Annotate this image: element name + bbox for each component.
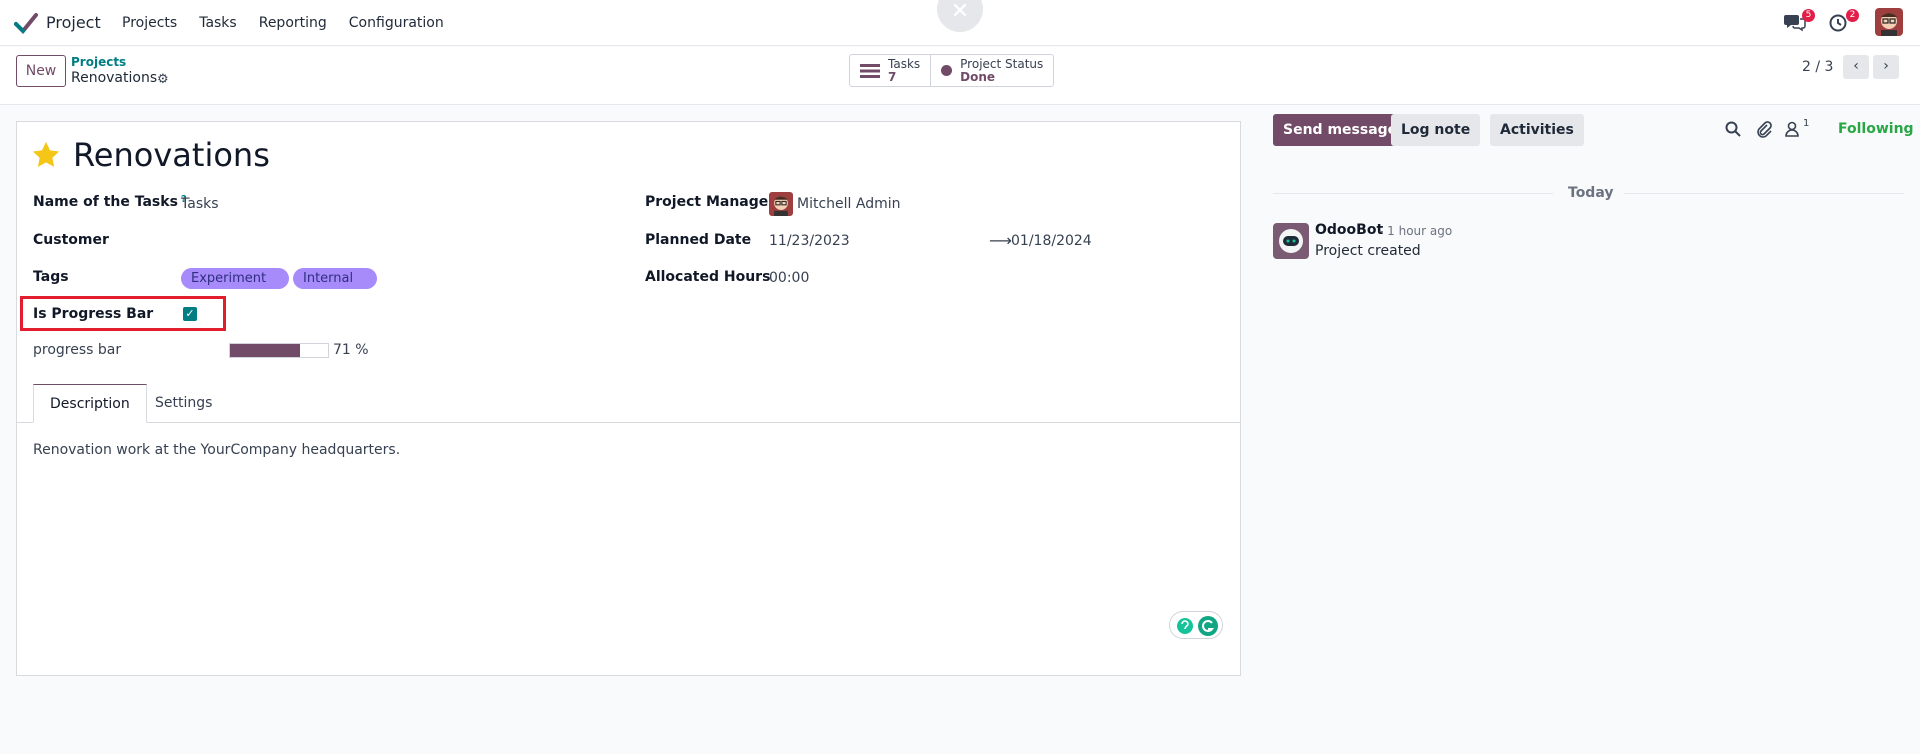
project-title[interactable]: Renovations (73, 136, 270, 174)
main-menu: Projects Tasks Reporting Configuration (122, 15, 444, 31)
message-body: Project created (1315, 243, 1421, 259)
search-icon[interactable] (1724, 120, 1742, 138)
grammarly-widget[interactable] (1169, 611, 1223, 639)
date-separator-line-right (1624, 193, 1904, 194)
favorite-star-icon[interactable] (31, 140, 61, 170)
odoobot-icon (1279, 229, 1303, 253)
following-button[interactable]: Following (1838, 121, 1914, 137)
date-separator: Today (1568, 185, 1614, 201)
is-progress-bar-label: Is Progress Bar (33, 306, 154, 322)
smart-buttons: Tasks 7 Project Status Done (849, 54, 1055, 87)
name-of-tasks-label: Name of the Tasks? (33, 194, 187, 210)
project-manager-label: Project Manager (645, 194, 776, 210)
tag-internal[interactable]: Internal (293, 268, 377, 289)
breadcrumb-projects-link[interactable]: Projects (71, 55, 126, 69)
project-app-logo-icon[interactable] (14, 12, 38, 34)
menu-reporting[interactable]: Reporting (259, 15, 327, 31)
messages-button[interactable]: 5 (1784, 9, 1815, 34)
tag-experiment[interactable]: Experiment (181, 268, 289, 289)
followers-button[interactable]: 1 (1784, 118, 1814, 138)
progress-bar-fill (230, 344, 300, 357)
tasks-smart-button[interactable]: Tasks 7 (850, 55, 930, 86)
log-note-button[interactable]: Log note (1391, 114, 1481, 146)
send-message-button[interactable]: Send message (1273, 114, 1408, 146)
follower-user-icon (1785, 121, 1799, 137)
new-button[interactable]: New (16, 55, 66, 87)
project-status-smart-button[interactable]: Project Status Done (930, 55, 1053, 86)
checkmark-icon: ✓ (185, 307, 195, 320)
pager-previous-button[interactable]: ‹ (1843, 55, 1869, 79)
clock-icon (1829, 14, 1847, 32)
planned-date-end-field[interactable]: 01/18/2024 (1011, 233, 1092, 249)
tab-settings[interactable]: Settings (139, 384, 228, 423)
project-manager-field[interactable]: Mitchell Admin (797, 196, 901, 212)
app-name[interactable]: Project (46, 13, 101, 32)
close-icon[interactable]: ✕ (937, 0, 983, 32)
user-avatar[interactable] (1875, 8, 1903, 36)
is-progress-bar-checkbox[interactable]: ✓ (183, 307, 197, 321)
control-panel: New Projects Renovations ⚙ Tasks 7 Proje… (0, 47, 1920, 105)
description-editor[interactable]: Renovation work at the YourCompany headq… (33, 442, 400, 458)
activities-button[interactable]: 2 (1828, 9, 1859, 34)
chevron-left-icon: ‹ (1853, 58, 1859, 74)
top-navbar: Project Projects Tasks Reporting Configu… (0, 0, 1920, 46)
tasks-smart-count: 7 (888, 69, 897, 84)
customer-label: Customer (33, 232, 109, 248)
followers-count: 1 (1803, 118, 1810, 129)
arrow-right-icon: ⟶ (989, 231, 1012, 250)
message-author[interactable]: OdooBot (1315, 222, 1383, 238)
breadcrumb-current: Renovations (71, 70, 158, 86)
manager-avatar-icon (774, 196, 788, 216)
status-dot-icon (941, 65, 953, 76)
name-of-tasks-field[interactable]: Tasks (181, 196, 219, 212)
pager-next-button[interactable]: › (1873, 55, 1899, 79)
paperclip-icon[interactable] (1755, 120, 1773, 138)
message-time: - 1 hour ago (1379, 224, 1453, 238)
allocated-hours-field[interactable]: 00:00 (769, 270, 809, 286)
user-avatar-icon (1881, 13, 1897, 36)
menu-projects[interactable]: Projects (122, 15, 177, 31)
activities-badge: 2 (1846, 9, 1859, 22)
manager-avatar (769, 192, 793, 216)
chevron-right-icon: › (1883, 58, 1889, 74)
messages-badge: 5 (1802, 9, 1815, 22)
activities-button-chatter[interactable]: Activities (1490, 114, 1584, 146)
odoobot-avatar (1273, 223, 1309, 259)
allocated-hours-label: Allocated Hours (645, 269, 771, 285)
tags-label: Tags (33, 269, 69, 285)
tab-description[interactable]: Description (33, 384, 147, 423)
tasks-icon (860, 63, 880, 78)
progress-bar-label: progress bar (33, 342, 122, 358)
menu-configuration[interactable]: Configuration (349, 15, 444, 31)
tasks-smart-label: Tasks (888, 56, 921, 71)
date-separator-line-left (1273, 193, 1553, 194)
planned-date-start-field[interactable]: 11/23/2023 (769, 233, 850, 249)
pager-value[interactable]: 2 / 3 (1802, 59, 1833, 75)
progress-bar-percent: 71 % (333, 342, 369, 358)
progress-bar[interactable] (229, 343, 329, 358)
form-sheet: Renovations Name of the Tasks? Tasks Cus… (16, 121, 1241, 676)
project-status-value: Done (960, 69, 996, 84)
grammarly-icon (1177, 616, 1218, 636)
customer-field[interactable] (181, 232, 481, 250)
gear-icon[interactable]: ⚙ (157, 72, 169, 87)
planned-date-label: Planned Date (645, 232, 752, 248)
project-status-label: Project Status (960, 56, 1044, 71)
menu-tasks[interactable]: Tasks (199, 15, 237, 31)
